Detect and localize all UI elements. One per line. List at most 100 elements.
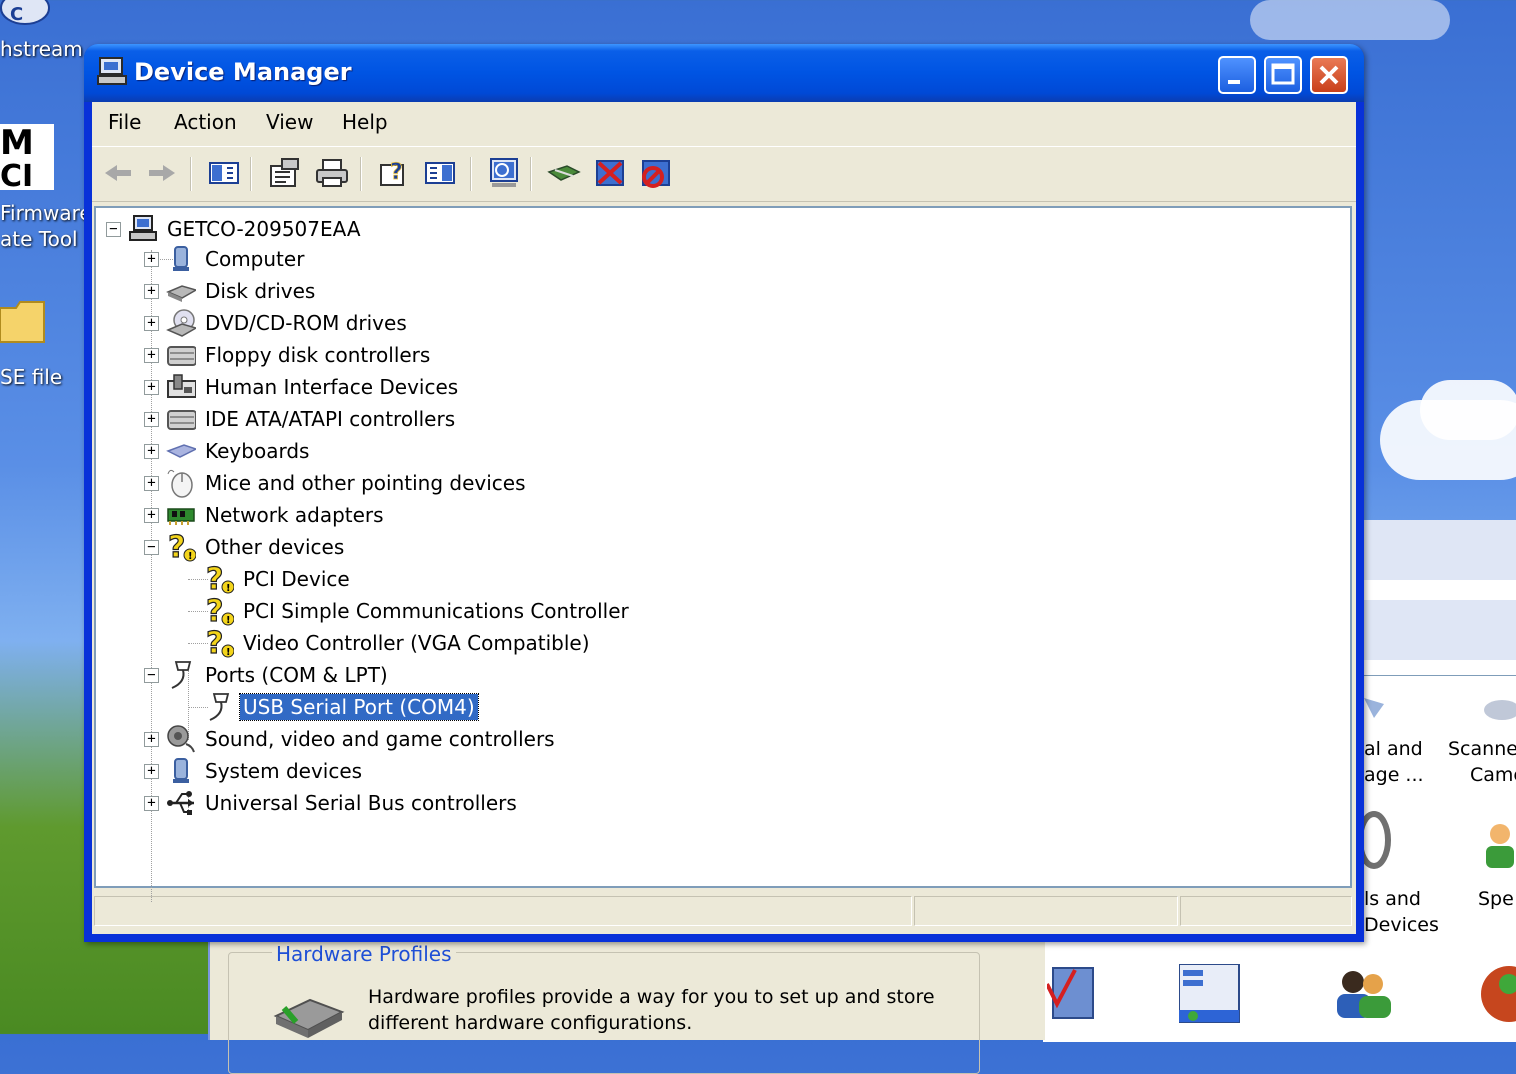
menu-view[interactable]: View <box>258 110 321 134</box>
computer-icon <box>166 244 196 274</box>
menu-action[interactable]: Action <box>166 110 245 134</box>
expand-toggle[interactable]: + <box>144 348 159 363</box>
performance-icon[interactable] <box>1045 964 1097 1029</box>
svg-text:C: C <box>10 4 23 25</box>
tree-item-ide-ata-atapi-controllers[interactable]: IDE ATA/ATAPI controllers <box>166 404 458 434</box>
tree-item-other-devices[interactable]: ?! Other devices <box>166 531 347 563</box>
control-panel-item-label[interactable]: Spe <box>1478 886 1514 912</box>
taskbar-start-menu-icon[interactable] <box>1178 963 1245 1031</box>
desktop-icon-label[interactable]: ate Tool <box>0 226 78 252</box>
sounds-icon[interactable] <box>1357 810 1400 875</box>
network-adapter-icon <box>166 500 196 530</box>
expand-toggle[interactable]: + <box>144 796 159 811</box>
scan-hardware-icon[interactable] <box>486 155 522 191</box>
expand-toggle[interactable]: + <box>144 284 159 299</box>
show-hide-action-pane-icon[interactable] <box>422 155 458 191</box>
control-panel-item-label[interactable]: Came <box>1470 762 1516 788</box>
toolbar-separator <box>470 157 472 191</box>
tree-item-ports[interactable]: Ports (COM & LPT) <box>166 660 391 690</box>
control-panel-item-label[interactable]: age ... <box>1364 762 1424 788</box>
collapse-toggle[interactable]: − <box>106 222 121 237</box>
expand-toggle[interactable]: + <box>144 444 159 459</box>
tree-root[interactable]: GETCO-209507EAA <box>128 214 364 244</box>
expand-toggle[interactable]: + <box>144 732 159 747</box>
scanner-icon[interactable] <box>1480 698 1516 729</box>
tree-item-sound-video-game-controllers[interactable]: Sound, video and game controllers <box>166 724 558 754</box>
menu-help[interactable]: Help <box>334 110 396 134</box>
collapse-toggle[interactable]: − <box>144 668 159 683</box>
desktop-icon-label[interactable]: SE file <box>0 364 62 390</box>
expand-toggle[interactable]: + <box>144 764 159 779</box>
title-bar[interactable]: Device Manager <box>84 44 1364 102</box>
status-pane <box>94 896 912 926</box>
control-panel-item-label[interactable]: Devices <box>1364 912 1439 938</box>
back-icon[interactable] <box>100 155 136 191</box>
control-panel-item-label[interactable]: al and <box>1364 736 1423 762</box>
speech-icon[interactable] <box>1480 818 1516 877</box>
tree-item-mice-and-other-pointing-devices[interactable]: Mice and other pointing devices <box>166 468 529 498</box>
tree-item-pci-device[interactable]: ?! PCI Device <box>204 563 353 595</box>
help-icon[interactable]: ? <box>376 155 412 191</box>
expand-toggle[interactable]: + <box>144 508 159 523</box>
tree-item-human-interface-devices[interactable]: Human Interface Devices <box>166 372 461 402</box>
tree-item-universal-serial-bus-controllers[interactable]: Universal Serial Bus controllers <box>166 788 520 818</box>
tree-item-label: Other devices <box>205 535 345 559</box>
port-icon <box>166 660 196 690</box>
svg-text:?: ? <box>168 531 185 563</box>
user-accounts-icon[interactable] <box>1331 966 1395 1027</box>
device-manager-window: Device Manager File Action View Help ? −… <box>84 44 1364 942</box>
expand-toggle[interactable]: + <box>144 316 159 331</box>
device-tree[interactable]: − GETCO-209507EAA + Computer + Disk driv… <box>94 206 1352 902</box>
collapse-toggle[interactable]: − <box>144 540 159 555</box>
control-panel-item-label[interactable]: ls and <box>1364 886 1421 912</box>
floppy-controller-icon <box>166 340 196 370</box>
tree-item-disk-drives[interactable]: Disk drives <box>166 276 318 306</box>
toolbar: ? <box>92 146 1356 202</box>
unknown-device-icon: ?! <box>166 531 196 563</box>
description-line: Hardware profiles provide a way for you … <box>368 986 935 1008</box>
tree-item-video-controller[interactable]: ?! Video Controller (VGA Compatible) <box>204 627 593 659</box>
tree-item-pci-simple-communications-controller[interactable]: ?! PCI Simple Communications Controller <box>204 595 632 627</box>
folder-icon[interactable] <box>0 298 48 351</box>
firewall-icon[interactable] <box>1479 966 1516 1031</box>
disable-icon[interactable] <box>638 155 674 191</box>
printer-scanner-icon[interactable] <box>1364 698 1388 727</box>
svg-text:?: ? <box>206 595 223 627</box>
status-pane <box>1180 896 1352 926</box>
desktop-icon-label[interactable]: hstream <box>0 36 83 62</box>
tree-root-label: GETCO-209507EAA <box>167 217 361 241</box>
tree-item-label: Video Controller (VGA Compatible) <box>243 631 590 655</box>
app-icon[interactable]: C <box>0 0 50 33</box>
tree-item-system-devices[interactable]: System devices <box>166 756 365 786</box>
uninstall-icon[interactable] <box>592 155 628 191</box>
close-button[interactable] <box>1310 56 1348 94</box>
properties-icon[interactable] <box>266 155 302 191</box>
expand-toggle[interactable]: + <box>144 476 159 491</box>
cloud <box>1420 380 1516 440</box>
expand-toggle[interactable]: + <box>144 412 159 427</box>
tree-item-network-adapters[interactable]: Network adapters <box>166 500 387 530</box>
vci-icon[interactable]: M CI <box>0 123 54 195</box>
tree-item-dvd-cd-rom-drives[interactable]: DVD/CD-ROM drives <box>166 308 410 338</box>
usb-icon <box>166 788 196 818</box>
tree-item-computer[interactable]: Computer <box>166 244 307 274</box>
tree-item-usb-serial-port-com4[interactable]: USB Serial Port (COM4) <box>204 692 479 722</box>
expand-toggle[interactable]: + <box>144 380 159 395</box>
show-hide-console-tree-icon[interactable] <box>206 155 242 191</box>
cloud <box>1250 0 1450 40</box>
forward-icon[interactable] <box>144 155 180 191</box>
tree-item-floppy-disk-controllers[interactable]: Floppy disk controllers <box>166 340 433 370</box>
minimize-button[interactable] <box>1218 56 1256 94</box>
device-manager-icon <box>96 56 128 93</box>
toolbar-separator <box>250 157 252 191</box>
svg-text:CI: CI <box>0 159 33 190</box>
control-panel-icons-row <box>1043 942 1516 1042</box>
tree-item-keyboards[interactable]: Keyboards <box>166 436 312 466</box>
print-icon[interactable] <box>314 155 350 191</box>
desktop-icon-label[interactable]: Firmware <box>0 200 92 226</box>
menu-file[interactable]: File <box>100 110 149 134</box>
maximize-button[interactable] <box>1264 56 1302 94</box>
expand-toggle[interactable]: + <box>144 252 159 267</box>
control-panel-item-label[interactable]: Scanne <box>1448 736 1516 762</box>
update-driver-icon[interactable] <box>546 155 582 191</box>
